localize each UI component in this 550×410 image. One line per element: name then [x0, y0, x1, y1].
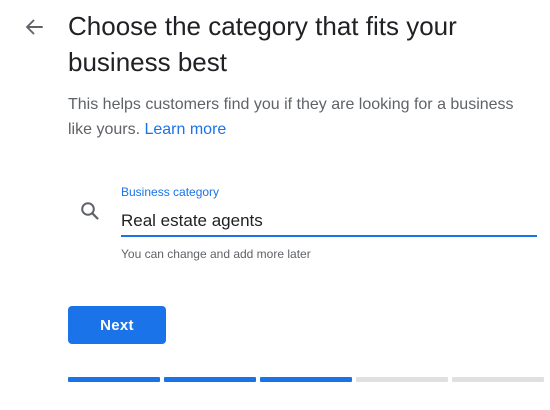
next-button[interactable]: Next: [68, 306, 166, 344]
page-title: Choose the category that fits your busin…: [68, 11, 457, 77]
arrow-left-icon: [26, 19, 43, 35]
progress-segment-complete: [260, 377, 352, 382]
progress-segment-complete: [68, 377, 160, 382]
page-description: This helps customers find you if they ar…: [68, 92, 538, 142]
progress-segment-complete: [164, 377, 256, 382]
back-button[interactable]: [20, 14, 48, 40]
progress-segment-incomplete: [356, 377, 448, 382]
description-text: This helps customers find you if they ar…: [68, 96, 514, 138]
search-icon: [81, 202, 99, 220]
input-underline: [121, 235, 537, 237]
progress-bar: [68, 377, 544, 382]
business-category-label: Business category: [121, 185, 220, 199]
category-helper-text: You can change and add more later: [121, 247, 311, 261]
business-category-input[interactable]: [121, 207, 531, 235]
learn-more-link[interactable]: Learn more: [144, 121, 226, 138]
progress-segment-incomplete: [452, 377, 544, 382]
